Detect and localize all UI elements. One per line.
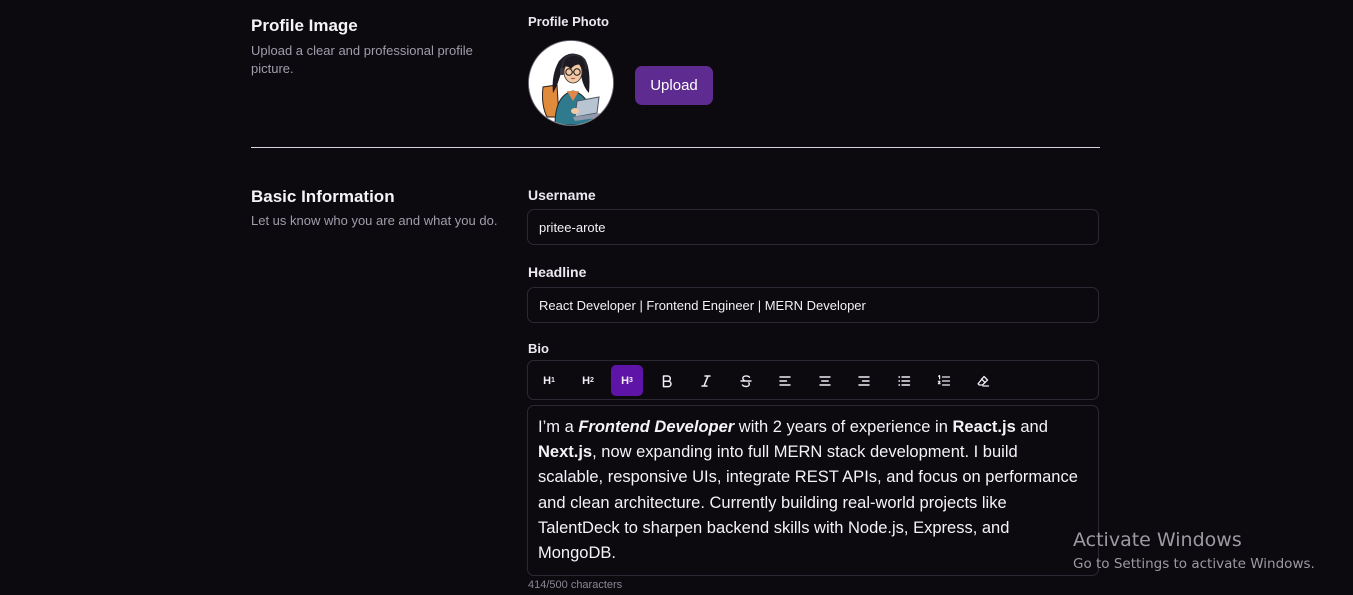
avatar-illustration-icon [529, 41, 613, 125]
heading-3-sub: 3 [629, 377, 633, 384]
bio-text: and [1015, 418, 1048, 436]
profile-settings-page: Profile Image Upload a clear and profess… [0, 0, 1353, 595]
ordered-list-icon [937, 374, 951, 386]
strikethrough-button[interactable] [730, 365, 762, 396]
bio-bold-text: Next.js [538, 443, 593, 462]
align-center-button[interactable] [809, 365, 841, 396]
headline-label: Headline [528, 264, 587, 280]
bio-text: with 2 years of experience in [734, 418, 953, 436]
heading-2-label: H [582, 374, 591, 387]
italic-icon [701, 374, 711, 387]
bullet-list-icon [898, 375, 911, 386]
align-center-icon [819, 375, 831, 386]
basic-info-description: Let us know who you are and what you do. [251, 213, 498, 228]
align-left-button[interactable] [769, 365, 801, 396]
bio-text: I’m a [538, 418, 579, 436]
profile-image-title: Profile Image [251, 16, 358, 35]
heading-1-sub: 1 [551, 377, 555, 384]
bio-label: Bio [528, 341, 549, 356]
username-input[interactable] [527, 209, 1099, 245]
strikethrough-icon [740, 374, 752, 387]
bold-button[interactable] [651, 365, 683, 396]
heading-2-button[interactable]: H2 [572, 365, 604, 396]
basic-info-title: Basic Information [251, 187, 395, 206]
activate-windows-subtitle: Go to Settings to activate Windows. [1073, 556, 1315, 572]
activate-windows-title: Activate Windows [1073, 529, 1242, 551]
bio-editor-toolbar: H1 H2 H3 [527, 360, 1099, 400]
section-divider [251, 147, 1100, 148]
italic-button[interactable] [690, 365, 722, 396]
heading-2-sub: 2 [590, 377, 594, 384]
bullet-list-button[interactable] [888, 365, 920, 396]
bio-text: , now expanding into full MERN stack dev… [538, 443, 1078, 563]
profile-image-description: Upload a clear and professional profile … [251, 43, 473, 76]
bio-bold-italic-text: Frontend Developer [578, 418, 735, 436]
heading-3-label: H [621, 374, 630, 387]
clear-format-button[interactable] [967, 365, 999, 396]
bio-bold-text: React.js [952, 418, 1016, 436]
align-right-icon [858, 375, 870, 386]
bio-editor[interactable]: I’m a Frontend Developer with 2 years of… [527, 405, 1099, 576]
profile-photo-label: Profile Photo [528, 14, 609, 29]
heading-1-button[interactable]: H1 [533, 365, 565, 396]
bold-icon [662, 374, 672, 387]
clear-format-icon [977, 375, 990, 387]
avatar[interactable] [528, 40, 614, 126]
username-label: Username [528, 187, 596, 203]
align-left-icon [779, 375, 791, 386]
align-right-button[interactable] [848, 365, 880, 396]
heading-3-button[interactable]: H3 [611, 365, 643, 396]
upload-button[interactable]: Upload [635, 66, 713, 105]
bio-character-count: 414/500 characters [528, 579, 623, 591]
headline-input[interactable] [527, 287, 1099, 323]
ordered-list-button[interactable] [928, 365, 960, 396]
heading-1-label: H [543, 374, 552, 387]
